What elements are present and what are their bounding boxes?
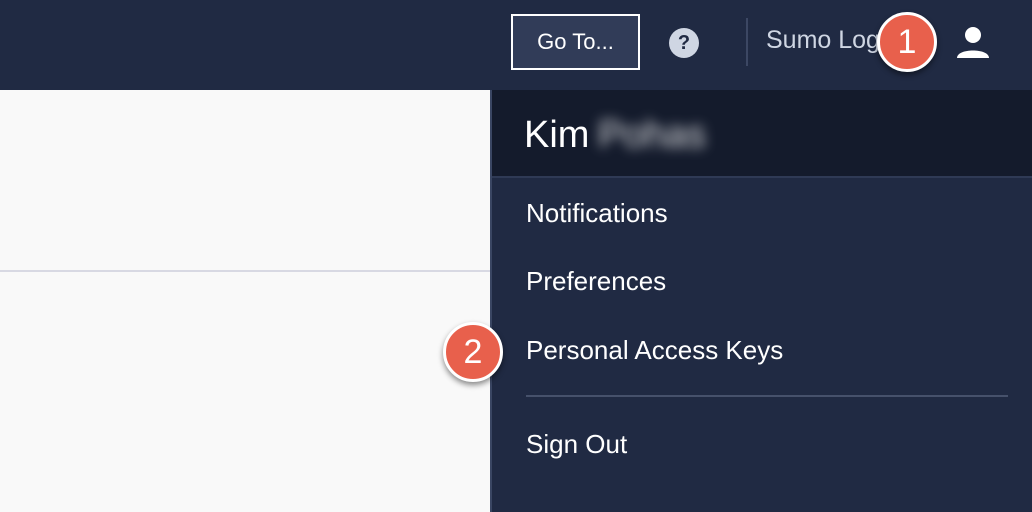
topbar-divider (746, 18, 748, 66)
user-dropdown-menu: Kim Pohas Notifications Preferences Pers… (490, 90, 1032, 512)
menu-item-preferences[interactable]: Preferences (526, 266, 666, 297)
menu-item-sign-out[interactable]: Sign Out (526, 429, 627, 460)
org-name[interactable]: Sumo Logic (766, 26, 886, 55)
menu-item-personal-access-keys[interactable]: Personal Access Keys (526, 335, 783, 366)
menu-item-notifications[interactable]: Notifications (526, 198, 668, 229)
user-menu-header: Kim Pohas (492, 90, 1032, 178)
callout-badge-1: 1 (877, 12, 937, 72)
content-divider (0, 270, 490, 272)
user-first-name: Kim (524, 114, 590, 156)
user-icon[interactable] (950, 20, 996, 66)
menu-divider (526, 395, 1008, 397)
user-last-name-redacted: Pohas (598, 114, 706, 156)
goto-button[interactable]: Go To... (511, 14, 640, 70)
help-icon[interactable]: ? (669, 28, 699, 58)
callout-badge-2: 2 (443, 322, 503, 382)
main-content (0, 90, 490, 512)
